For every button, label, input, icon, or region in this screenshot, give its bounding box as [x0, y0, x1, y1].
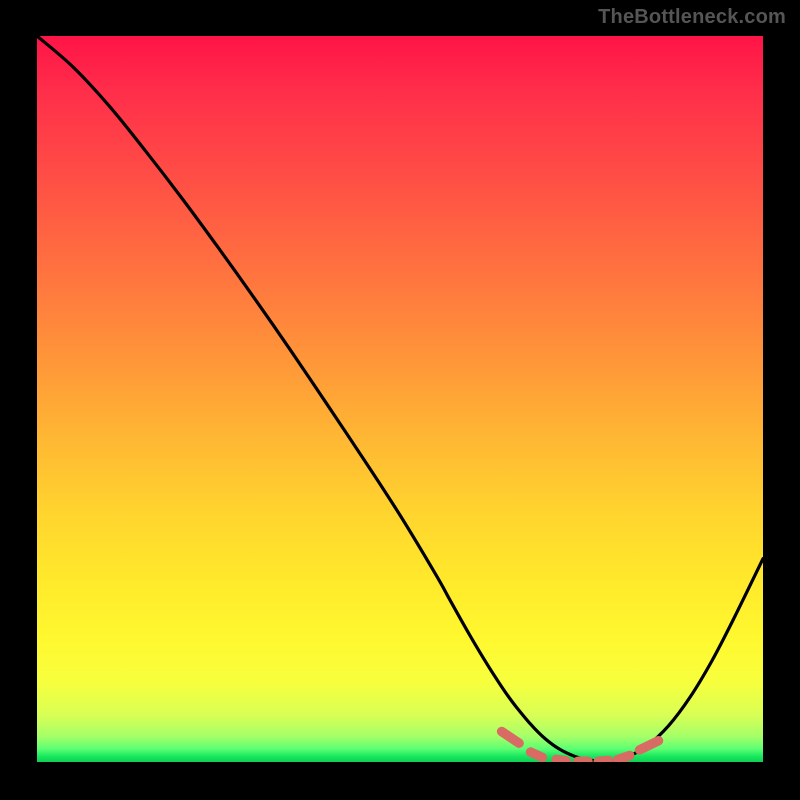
- optimal-zone-markers: [502, 731, 659, 761]
- attribution-label: TheBottleneck.com: [598, 6, 786, 29]
- plot-area: [37, 36, 763, 762]
- optimal-marker: [502, 731, 519, 743]
- optimal-marker: [598, 760, 608, 761]
- curve-layer: [37, 36, 763, 762]
- optimal-marker: [531, 752, 543, 757]
- optimal-marker: [640, 741, 659, 750]
- optimal-marker: [556, 759, 566, 760]
- chart-frame: TheBottleneck.com: [0, 0, 800, 800]
- bottleneck-curve: [37, 36, 763, 761]
- optimal-marker: [617, 756, 629, 760]
